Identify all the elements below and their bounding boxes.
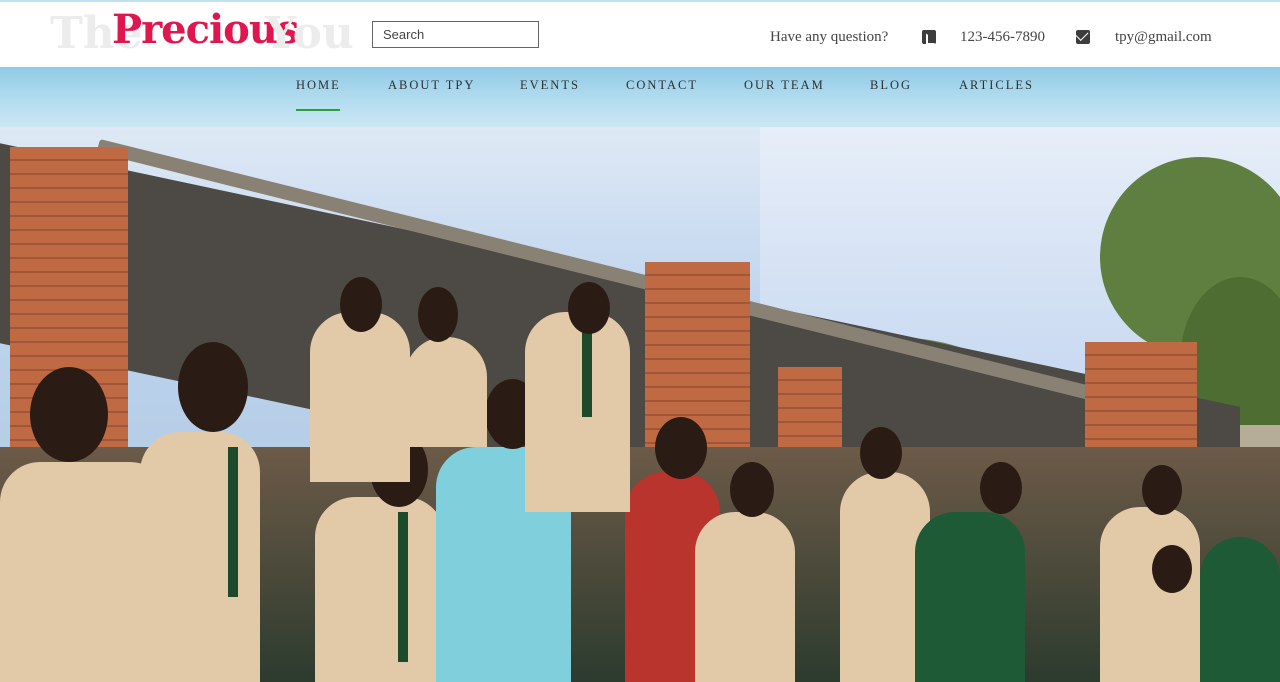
search-input[interactable] bbox=[372, 21, 539, 48]
phone-number[interactable]: 123-456-7890 bbox=[960, 29, 1045, 46]
logo-text-you: You bbox=[265, 8, 354, 59]
nav-active-indicator bbox=[296, 109, 340, 111]
question-text: Have any question? bbox=[770, 29, 889, 45]
student-head bbox=[980, 462, 1022, 514]
nav-item-articles[interactable]: ARTICLES bbox=[959, 78, 1034, 93]
student-head bbox=[178, 342, 248, 432]
nav-item-blog[interactable]: BLOG bbox=[870, 78, 912, 93]
nav-item-contact[interactable]: CONTACT bbox=[626, 78, 698, 93]
tie bbox=[228, 447, 238, 597]
student bbox=[140, 432, 260, 682]
student-head bbox=[30, 367, 108, 462]
student-head bbox=[340, 277, 382, 332]
envelope-icon bbox=[1076, 30, 1090, 44]
main-navigation: HOME ABOUT TPY EVENTS CONTACT OUR TEAM B… bbox=[0, 67, 1280, 127]
student-head bbox=[1142, 465, 1182, 515]
hero-image bbox=[0, 127, 1280, 682]
nav-item-about-tpy[interactable]: ABOUT TPY bbox=[388, 78, 475, 93]
nav-item-our-team[interactable]: OUR TEAM bbox=[744, 78, 825, 93]
student bbox=[310, 312, 410, 482]
email-address[interactable]: tpy@gmail.com bbox=[1115, 29, 1212, 46]
student bbox=[695, 512, 795, 682]
site-logo[interactable]: The Precious You bbox=[50, 4, 354, 66]
student bbox=[525, 312, 630, 512]
student-head bbox=[730, 462, 774, 517]
phone-icon bbox=[922, 30, 936, 45]
tie bbox=[582, 327, 592, 417]
student-green-sweater bbox=[915, 512, 1025, 682]
student bbox=[1105, 587, 1210, 682]
site-header: The Precious You Have any question? 123-… bbox=[0, 2, 1280, 67]
teacher-head bbox=[655, 417, 707, 479]
student bbox=[405, 337, 487, 447]
student-head bbox=[1152, 545, 1192, 593]
student-head bbox=[568, 282, 610, 334]
tie bbox=[398, 512, 408, 662]
brick-pillar bbox=[778, 367, 842, 457]
nav-item-home[interactable]: HOME bbox=[296, 78, 341, 93]
student-head bbox=[418, 287, 458, 342]
nav-item-events[interactable]: EVENTS bbox=[520, 78, 580, 93]
student-green-sweater bbox=[1200, 537, 1280, 682]
student-head bbox=[860, 427, 902, 479]
student bbox=[315, 497, 445, 682]
